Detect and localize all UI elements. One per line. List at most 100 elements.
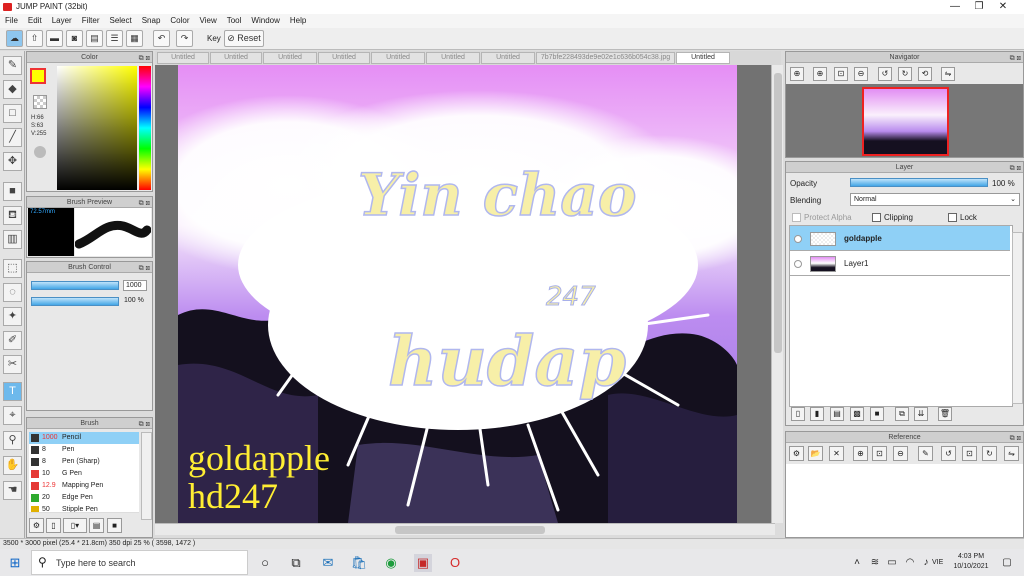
brush-list-scrollbar[interactable] bbox=[141, 432, 152, 520]
store-icon[interactable]: 🛍 bbox=[350, 554, 368, 572]
brush-size-field[interactable]: 1000 bbox=[123, 280, 147, 291]
eyedropper-icon[interactable]: ⚲ bbox=[3, 431, 22, 450]
menu-help[interactable]: Help bbox=[285, 14, 311, 25]
list-icon[interactable]: ☰ bbox=[106, 30, 123, 47]
merge-layer-icon[interactable]: ⇊ bbox=[914, 407, 928, 421]
delete-layer-icon[interactable]: 🗑 bbox=[938, 407, 952, 421]
reference-settings-icon[interactable]: ⚙ bbox=[789, 446, 804, 461]
rotate-left-icon[interactable]: ↺ bbox=[878, 67, 892, 81]
new-layer-copy-icon[interactable]: ▮ bbox=[810, 407, 824, 421]
task-view-icon[interactable]: ⧉ bbox=[287, 554, 305, 572]
brush-tool-icon[interactable]: ✎ bbox=[3, 56, 22, 75]
tab-untitled-5[interactable]: Untitled bbox=[371, 52, 425, 64]
horizontal-scrollbar[interactable] bbox=[155, 523, 775, 535]
tone-layer-icon[interactable]: ▩ bbox=[850, 407, 864, 421]
cortana-icon[interactable]: ○ bbox=[256, 554, 274, 572]
eye-icon[interactable] bbox=[794, 235, 802, 243]
battery-icon[interactable]: ▭ bbox=[883, 554, 901, 572]
text-tool-icon[interactable]: T bbox=[3, 382, 22, 401]
main-color-swatch[interactable] bbox=[30, 68, 46, 84]
tab-untitled-6[interactable]: Untitled bbox=[426, 52, 480, 64]
zoom-fit-icon[interactable]: ⊕ bbox=[790, 67, 804, 81]
windows-start-icon[interactable]: ⊞ bbox=[6, 554, 24, 572]
close-button[interactable]: ✕ bbox=[980, 0, 1024, 14]
lasso-icon[interactable]: ◌ bbox=[3, 283, 22, 302]
comment-icon[interactable]: ▬ bbox=[46, 30, 63, 47]
menu-filter[interactable]: Filter bbox=[77, 14, 105, 25]
brush-folder-icon[interactable]: ■ bbox=[107, 518, 122, 533]
scroll-icon[interactable]: ✋ bbox=[3, 456, 22, 475]
reference-fit-icon[interactable]: ⊡ bbox=[962, 446, 977, 461]
select-eraser-icon[interactable]: ✂ bbox=[3, 355, 22, 374]
reference-eyedropper-icon[interactable]: ✎ bbox=[918, 446, 933, 461]
brush-opacity-slider[interactable] bbox=[31, 297, 119, 306]
clipping-checkbox[interactable]: Clipping bbox=[872, 213, 913, 223]
gradient-tool-icon[interactable]: ▥ bbox=[3, 230, 22, 249]
brush-size-slider[interactable] bbox=[31, 281, 119, 290]
tab-untitled-2[interactable]: Untitled bbox=[210, 52, 262, 64]
menu-layer[interactable]: Layer bbox=[47, 14, 77, 25]
protect-alpha-checkbox[interactable]: Protect Alpha bbox=[792, 213, 852, 223]
lock-checkbox[interactable]: Lock bbox=[948, 213, 977, 223]
grid-icon[interactable]: ▦ bbox=[126, 30, 143, 47]
reset-rotate-icon[interactable]: ⟲ bbox=[918, 67, 932, 81]
tab-untitled-1[interactable]: Untitled bbox=[157, 52, 209, 64]
navigator-thumbnail[interactable] bbox=[862, 87, 949, 156]
rect-fill-icon[interactable]: ■ bbox=[3, 182, 22, 201]
reference-flip-icon[interactable]: ⇋ bbox=[1004, 446, 1019, 461]
reference-zoom-out-icon[interactable]: ⊖ bbox=[893, 446, 908, 461]
brush-menu-icon[interactable]: ▯▾ bbox=[63, 518, 87, 533]
drawing-canvas[interactable]: Yin chao hudap 247 goldapple hd247 bbox=[178, 65, 737, 523]
undo-button[interactable]: ↶ bbox=[153, 30, 170, 47]
notification-icon[interactable]: ▢ bbox=[998, 554, 1016, 572]
reference-rotate-right-icon[interactable]: ↻ bbox=[982, 446, 997, 461]
tab-untitled-7[interactable]: Untitled bbox=[481, 52, 535, 64]
clock[interactable]: 4:03 PM 10/10/2021 bbox=[950, 552, 992, 572]
tab-untitled-3[interactable]: Untitled bbox=[263, 52, 317, 64]
select-pen-icon[interactable]: ✐ bbox=[3, 331, 22, 350]
document-icon[interactable]: ▤ bbox=[86, 30, 103, 47]
opera-icon[interactable]: O bbox=[446, 554, 464, 572]
raster-layer-icon[interactable]: ▤ bbox=[830, 407, 844, 421]
select-rect-icon[interactable]: ⬚ bbox=[3, 259, 22, 278]
tab-untitled-4[interactable]: Untitled bbox=[318, 52, 370, 64]
brush-item-stipple-pen[interactable]: 50 Stipple Pen bbox=[29, 504, 139, 513]
reference-rotate-left-icon[interactable]: ↺ bbox=[941, 446, 956, 461]
chevron-up-icon[interactable]: ˄ bbox=[848, 554, 866, 572]
comment-alt-icon[interactable]: ◙ bbox=[66, 30, 83, 47]
menu-select[interactable]: Select bbox=[104, 14, 136, 25]
layer-opacity-slider[interactable] bbox=[850, 178, 988, 187]
menu-view[interactable]: View bbox=[195, 14, 222, 25]
layer-row-goldapple[interactable]: goldapple bbox=[790, 226, 1010, 251]
menu-color[interactable]: Color bbox=[165, 14, 194, 25]
menu-snap[interactable]: Snap bbox=[137, 14, 166, 25]
duplicate-layer-icon[interactable]: ⧉ bbox=[895, 407, 909, 421]
menu-window[interactable]: Window bbox=[246, 14, 284, 25]
move-tool-icon[interactable]: ✥ bbox=[3, 152, 22, 171]
saturation-value-field[interactable] bbox=[57, 66, 137, 190]
bucket-tool-icon[interactable]: ⛾ bbox=[3, 206, 22, 225]
network-icon[interactable]: ≋ bbox=[866, 554, 884, 572]
transparent-swatch[interactable] bbox=[33, 95, 47, 109]
flip-icon[interactable]: ⇋ bbox=[941, 67, 955, 81]
reference-zoom-in-icon[interactable]: ⊕ bbox=[853, 446, 868, 461]
search-box[interactable]: ⚲ Type here to search bbox=[31, 550, 248, 575]
zoom-out-icon[interactable]: ⊖ bbox=[854, 67, 868, 81]
actual-size-icon[interactable]: ⊡ bbox=[834, 67, 848, 81]
reset-button[interactable]: ⊘ Reset bbox=[224, 30, 264, 47]
new-layer-icon[interactable]: ▯ bbox=[791, 407, 805, 421]
eye-icon[interactable] bbox=[794, 260, 802, 268]
menu-tool[interactable]: Tool bbox=[222, 14, 247, 25]
vertical-scroll-thumb[interactable] bbox=[774, 73, 782, 353]
layer-list-scrollbar[interactable] bbox=[1012, 232, 1023, 404]
export-icon[interactable]: ⇧ bbox=[26, 30, 43, 47]
layer-folder-icon[interactable]: ■ bbox=[870, 407, 884, 421]
jump-paint-taskbar-icon[interactable]: ▣ bbox=[414, 554, 432, 572]
eraser-tool-icon[interactable]: ◆ bbox=[3, 80, 22, 99]
reference-open-icon[interactable]: 📂 bbox=[808, 446, 823, 461]
tab-untitled-active[interactable]: Untitled bbox=[676, 52, 730, 64]
tab-image-file[interactable]: 7b7bfe228493de9e02e1c636b054c38.jpg bbox=[536, 52, 675, 64]
horizontal-scroll-thumb[interactable] bbox=[395, 526, 545, 534]
blending-select[interactable]: Normal ⌄ bbox=[850, 193, 1020, 206]
shape-tool-icon[interactable]: □ bbox=[3, 104, 22, 123]
